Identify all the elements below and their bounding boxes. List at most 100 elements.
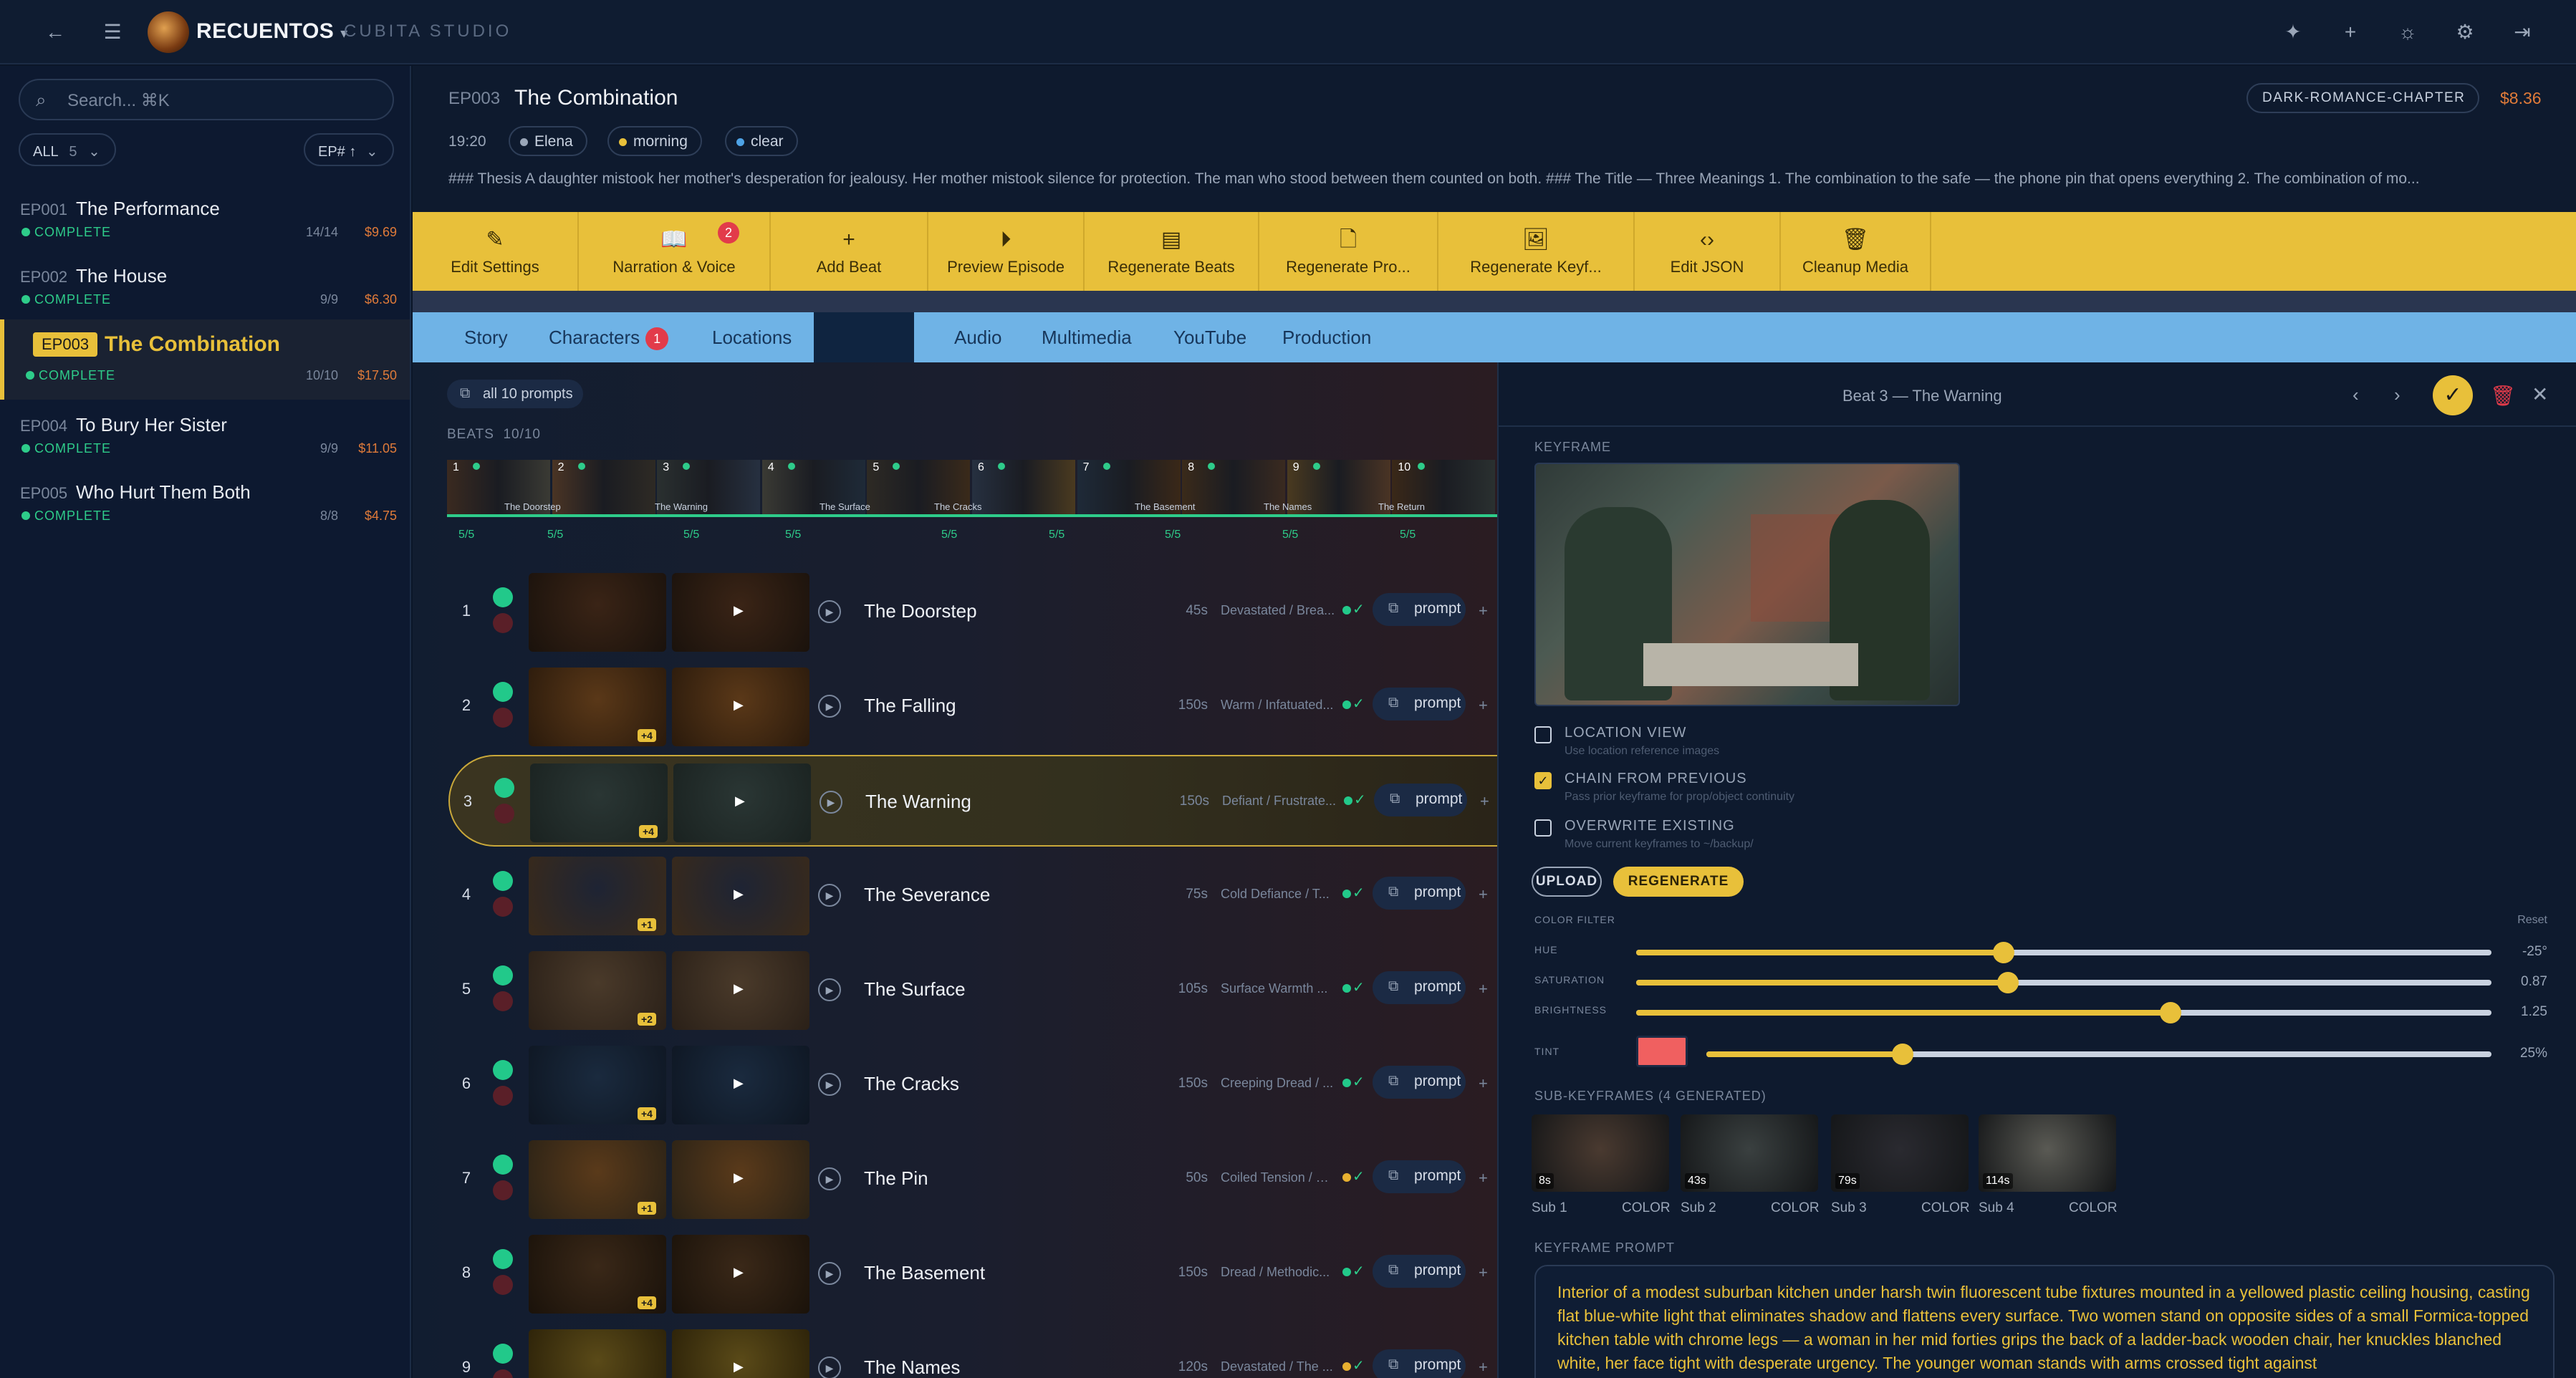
beat-row[interactable]: 9 ▶ ▶ The Names 120s Devastated / The ... ✓ ⧉ pr… bbox=[448, 1322, 1497, 1378]
tag-time[interactable]: morning bbox=[607, 126, 702, 156]
tab-story[interactable]: Story bbox=[464, 327, 508, 349]
filter-select[interactable]: ALL 5 ⌄ bbox=[19, 133, 116, 166]
beat-thumbnail[interactable]: ▶ bbox=[672, 573, 809, 652]
tab-multimedia[interactable]: Multimedia bbox=[1042, 327, 1132, 349]
tab-production[interactable]: Production bbox=[1282, 327, 1371, 349]
checkbox-location-view[interactable] bbox=[1534, 726, 1552, 743]
arrow-left-icon[interactable]: ← bbox=[42, 19, 69, 46]
tag-weather[interactable]: clear bbox=[725, 126, 798, 156]
beat-thumbnail[interactable]: ▶ bbox=[672, 1140, 809, 1219]
toolbar-preview-episode-button[interactable]: ⏵ Preview Episode bbox=[928, 212, 1085, 291]
beat-thumbnail[interactable]: ▶ bbox=[673, 763, 811, 842]
beat-thumbnail[interactable]: +4 bbox=[529, 1235, 666, 1314]
episode-item[interactable]: EP002 The House COMPLETE 9/9 $6.30 bbox=[0, 252, 410, 321]
toolbar-add-beat-button[interactable]: + Add Beat bbox=[771, 212, 928, 291]
beat-row[interactable]: 6 +4 ▶ ▶ The Cracks 150s Creeping Dread / ... ✓… bbox=[448, 1039, 1497, 1130]
play-icon[interactable]: ▶ bbox=[734, 1265, 744, 1280]
add-icon[interactable]: + bbox=[1479, 1074, 1488, 1093]
beat-thumbnail[interactable]: +4 bbox=[530, 763, 668, 842]
prompt-button[interactable]: ⧉ prompt bbox=[1373, 1255, 1466, 1288]
play-icon[interactable]: ▶ bbox=[734, 1170, 744, 1185]
play-circle-icon[interactable]: ▶ bbox=[818, 1167, 841, 1190]
play-icon[interactable]: ▶ bbox=[734, 603, 744, 618]
tag-character[interactable]: Elena bbox=[509, 126, 587, 156]
delete-button[interactable]: 🗑 bbox=[2490, 384, 2516, 408]
beat-row[interactable]: 5 +2 ▶ ▶ The Surface 105s Surface Warmth ... ✓ ⧉… bbox=[448, 944, 1497, 1036]
prompt-button[interactable]: ⧉ prompt bbox=[1373, 1349, 1466, 1378]
toolbar-regenerate-beats-button[interactable]: ▤ Regenerate Beats bbox=[1085, 212, 1259, 291]
hamburger-icon[interactable]: ☰ bbox=[99, 19, 126, 46]
beat-row[interactable]: 7 +1 ▶ ▶ The Pin 50s Coiled Tension / Q... ✓ ⧉ pr… bbox=[448, 1133, 1497, 1225]
play-circle-icon[interactable]: ▶ bbox=[820, 791, 842, 814]
sub-keyframe-color-button[interactable]: COLOR bbox=[1771, 1200, 1820, 1216]
toolbar-regenerate-pro-button[interactable]: 🗋 Regenerate Pro... bbox=[1259, 212, 1438, 291]
timeline-segment[interactable]: 6 bbox=[972, 460, 1075, 514]
tab-audio[interactable]: Audio bbox=[954, 327, 1002, 349]
beat-thumbnail[interactable]: ▶ bbox=[672, 1046, 809, 1124]
play-circle-icon[interactable]: ▶ bbox=[818, 1073, 841, 1096]
keyframe-image[interactable] bbox=[1534, 463, 1960, 706]
beat-thumbnail[interactable]: +4 bbox=[529, 668, 666, 746]
episode-item[interactable]: EP004 To Bury Her Sister COMPLETE 9/9 $11.05 bbox=[0, 401, 410, 470]
play-icon[interactable]: ▶ bbox=[734, 1359, 744, 1374]
add-icon[interactable]: + bbox=[1479, 696, 1488, 715]
prompt-button[interactable]: ⧉ prompt bbox=[1373, 1066, 1466, 1099]
toolbar-narration-voice-button[interactable]: 📖 Narration & Voice 2 bbox=[579, 212, 771, 291]
timeline-segment[interactable]: 2 bbox=[552, 460, 655, 514]
checkbox-overwrite-existing[interactable] bbox=[1534, 819, 1552, 837]
sun-icon[interactable]: ☼ bbox=[2394, 19, 2421, 46]
episode-item[interactable]: EP003 The Combination COMPLETE 10/10 $17.50 bbox=[0, 319, 410, 400]
play-circle-icon[interactable]: ▶ bbox=[818, 978, 841, 1001]
beat-thumbnail[interactable]: +1 bbox=[529, 1140, 666, 1219]
sub-keyframe-color-button[interactable]: COLOR bbox=[1622, 1200, 1671, 1216]
toolbar-regenerate-keyf-button[interactable]: 🖼 Regenerate Keyf... bbox=[1438, 212, 1635, 291]
sub-keyframe-thumbnail[interactable]: 8s bbox=[1532, 1114, 1669, 1192]
beat-thumbnail[interactable]: +1 bbox=[529, 857, 666, 935]
prompt-button[interactable]: ⧉ prompt bbox=[1373, 593, 1466, 626]
beat-row[interactable]: 4 +1 ▶ ▶ The Severance 75s Cold Defiance / T..… bbox=[448, 849, 1497, 941]
beat-thumbnail[interactable]: +4 bbox=[529, 1046, 666, 1124]
toolbar-edit-json-button[interactable]: ‹› Edit JSON bbox=[1635, 212, 1781, 291]
beat-row[interactable]: 3 +4 ▶ ▶ The Warning 150s Defiant / Frustrate.… bbox=[448, 755, 1497, 847]
add-icon[interactable]: + bbox=[1480, 792, 1489, 811]
chevron-left-icon[interactable]: ‹ bbox=[2352, 384, 2359, 406]
sub-keyframe-color-button[interactable]: COLOR bbox=[2069, 1200, 2118, 1216]
play-icon[interactable]: ▶ bbox=[734, 887, 744, 902]
add-icon[interactable]: + bbox=[1479, 980, 1488, 998]
beat-row[interactable]: 1 ▶ ▶ The Doorstep 45s Devastated / Brea... ✓ ⧉… bbox=[448, 566, 1497, 657]
add-icon[interactable]: + bbox=[1479, 602, 1488, 620]
play-circle-icon[interactable]: ▶ bbox=[818, 1357, 841, 1378]
episode-item[interactable]: EP001 The Performance COMPLETE 14/14 $9.69 bbox=[0, 185, 410, 254]
sub-keyframe-thumbnail[interactable]: 114s bbox=[1979, 1114, 2116, 1192]
gear-icon[interactable]: ⚙ bbox=[2451, 19, 2479, 46]
play-icon[interactable]: ▶ bbox=[734, 1076, 744, 1091]
play-circle-icon[interactable]: ▶ bbox=[818, 600, 841, 623]
beat-thumbnail[interactable]: ▶ bbox=[672, 668, 809, 746]
add-icon[interactable]: + bbox=[1479, 1358, 1488, 1377]
add-icon[interactable]: + bbox=[1479, 885, 1488, 904]
play-circle-icon[interactable]: ▶ bbox=[818, 884, 841, 907]
beat-thumbnail[interactable] bbox=[529, 573, 666, 652]
slider-handle[interactable] bbox=[1997, 972, 2019, 993]
plus-icon[interactable]: + bbox=[2337, 19, 2364, 46]
play-icon[interactable]: ▶ bbox=[734, 981, 744, 996]
upload-button[interactable]: UPLOAD bbox=[1532, 867, 1602, 897]
play-circle-icon[interactable]: ▶ bbox=[818, 1262, 841, 1285]
tab-locations[interactable]: Locations bbox=[712, 327, 792, 349]
style-tag[interactable]: DARK-ROMANCE-CHAPTER bbox=[2246, 83, 2480, 113]
slider-handle[interactable] bbox=[1993, 942, 2015, 963]
prompt-button[interactable]: ⧉ prompt bbox=[1374, 784, 1467, 816]
toolbar-cleanup-media-button[interactable]: 🗑 Cleanup Media bbox=[1781, 212, 1931, 291]
slider-handle[interactable] bbox=[1892, 1044, 1913, 1065]
beat-thumbnail[interactable]: ▶ bbox=[672, 1235, 809, 1314]
prompt-button[interactable]: ⧉ prompt bbox=[1373, 1160, 1466, 1193]
beat-timeline[interactable]: 1 2 3 4 5 6 7 8 9 10 The Doorstep The Warning The Su… bbox=[447, 460, 1497, 514]
episode-item[interactable]: EP005 Who Hurt Them Both COMPLETE 8/8 $4.75 bbox=[0, 468, 410, 537]
all-prompts-button[interactable]: ⧉ all 10 prompts bbox=[447, 380, 583, 408]
prompt-button[interactable]: ⧉ prompt bbox=[1373, 877, 1466, 910]
sub-keyframe-color-button[interactable]: COLOR bbox=[1921, 1200, 1970, 1216]
prompt-button[interactable]: ⧉ prompt bbox=[1373, 688, 1466, 721]
play-icon[interactable]: ▶ bbox=[734, 698, 744, 713]
toolbar-edit-settings-button[interactable]: ✎ Edit Settings bbox=[413, 212, 579, 291]
sparkles-icon[interactable]: ✦ bbox=[2279, 19, 2307, 46]
